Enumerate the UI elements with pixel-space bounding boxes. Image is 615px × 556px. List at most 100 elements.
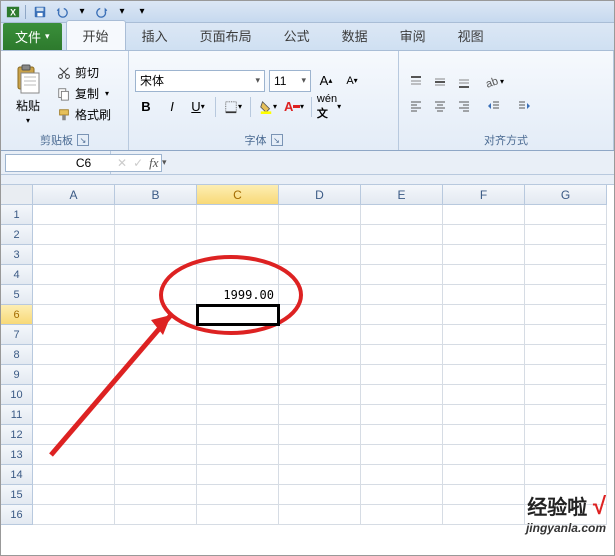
cell[interactable] (115, 345, 197, 365)
cell[interactable] (33, 305, 115, 325)
cell[interactable] (33, 365, 115, 385)
cell[interactable] (525, 345, 607, 365)
qat-customize-dropdown[interactable]: ▾ (134, 4, 150, 20)
cell[interactable] (361, 505, 443, 525)
cell[interactable] (33, 485, 115, 505)
cell[interactable] (361, 405, 443, 425)
undo-button[interactable] (52, 3, 72, 21)
cell[interactable] (525, 425, 607, 445)
cell[interactable] (279, 465, 361, 485)
cell[interactable] (197, 305, 279, 325)
cell[interactable] (197, 445, 279, 465)
row-header[interactable]: 9 (1, 365, 33, 385)
cell[interactable] (115, 425, 197, 445)
spreadsheet-grid[interactable]: ABCDEFG 12345678910111213141516 1999.00 (1, 185, 614, 545)
cell[interactable] (33, 505, 115, 525)
row-header[interactable]: 3 (1, 245, 33, 265)
redo-button[interactable] (92, 3, 112, 21)
fx-icon[interactable]: fx (149, 155, 158, 171)
align-left-button[interactable] (405, 95, 427, 117)
cell[interactable] (197, 245, 279, 265)
copy-button[interactable]: 复制 ▾ (53, 84, 115, 103)
format-painter-button[interactable]: 格式刷 (53, 105, 115, 124)
cell[interactable] (443, 405, 525, 425)
cell[interactable] (33, 285, 115, 305)
cell[interactable] (525, 365, 607, 385)
align-bottom-button[interactable] (453, 71, 475, 93)
row-header[interactable]: 15 (1, 485, 33, 505)
cell[interactable] (115, 265, 197, 285)
column-header[interactable]: C (197, 185, 279, 205)
cell[interactable] (197, 265, 279, 285)
cell[interactable] (361, 265, 443, 285)
cell[interactable] (361, 325, 443, 345)
cell[interactable] (115, 245, 197, 265)
cell[interactable] (33, 385, 115, 405)
tab-file[interactable]: 文件 ▾ (3, 23, 62, 50)
cell[interactable] (115, 485, 197, 505)
column-header[interactable]: F (443, 185, 525, 205)
cell[interactable] (197, 385, 279, 405)
cell[interactable] (443, 365, 525, 385)
cell[interactable] (279, 505, 361, 525)
redo-dropdown[interactable]: ▾ (114, 4, 130, 20)
font-color-button[interactable]: A▾ (283, 96, 305, 118)
tab-view[interactable]: 视图 (442, 21, 500, 50)
cell[interactable] (525, 245, 607, 265)
cell[interactable] (197, 485, 279, 505)
cell[interactable] (115, 285, 197, 305)
cell[interactable] (443, 485, 525, 505)
cell[interactable] (33, 265, 115, 285)
cell[interactable] (33, 345, 115, 365)
cell[interactable] (361, 385, 443, 405)
align-center-button[interactable] (429, 95, 451, 117)
border-button[interactable]: ▾ (222, 96, 244, 118)
row-header[interactable]: 7 (1, 325, 33, 345)
decrease-indent-button[interactable] (483, 95, 505, 117)
paste-button[interactable]: 粘贴 ▾ (7, 61, 49, 127)
cell[interactable] (443, 345, 525, 365)
cell[interactable] (361, 425, 443, 445)
cell[interactable] (279, 385, 361, 405)
font-name-combo[interactable]: 宋体 ▾ (135, 70, 265, 92)
bold-button[interactable]: B (135, 96, 157, 118)
italic-button[interactable]: I (161, 96, 183, 118)
increase-indent-button[interactable] (513, 95, 535, 117)
font-launcher[interactable]: ↘ (271, 134, 283, 146)
cell[interactable] (115, 205, 197, 225)
cell[interactable] (279, 345, 361, 365)
phonetic-button[interactable]: wén文▾ (318, 96, 340, 118)
cell[interactable] (197, 205, 279, 225)
cell[interactable] (525, 465, 607, 485)
decrease-font-button[interactable]: A▾ (341, 70, 363, 92)
cell[interactable] (279, 485, 361, 505)
cell[interactable] (279, 405, 361, 425)
row-header[interactable]: 6 (1, 305, 33, 325)
cell[interactable] (443, 245, 525, 265)
column-header[interactable]: G (525, 185, 607, 205)
cell[interactable] (361, 485, 443, 505)
cell[interactable] (525, 205, 607, 225)
row-header[interactable]: 10 (1, 385, 33, 405)
cell[interactable] (197, 325, 279, 345)
cell[interactable] (33, 425, 115, 445)
cell[interactable] (361, 225, 443, 245)
row-header[interactable]: 1 (1, 205, 33, 225)
align-top-button[interactable] (405, 71, 427, 93)
cell[interactable] (361, 445, 443, 465)
cell[interactable] (525, 405, 607, 425)
enter-icon[interactable]: ✓ (133, 156, 143, 170)
cell[interactable] (197, 365, 279, 385)
cell[interactable] (197, 425, 279, 445)
cell[interactable] (279, 205, 361, 225)
cell[interactable] (279, 325, 361, 345)
cell[interactable] (279, 265, 361, 285)
tab-data[interactable]: 数据 (326, 21, 384, 50)
cell[interactable] (443, 325, 525, 345)
cell[interactable] (443, 505, 525, 525)
underline-button[interactable]: U▾ (187, 96, 209, 118)
cell[interactable] (361, 305, 443, 325)
tab-insert[interactable]: 插入 (126, 21, 184, 50)
cell[interactable] (525, 445, 607, 465)
clipboard-launcher[interactable]: ↘ (77, 134, 89, 146)
